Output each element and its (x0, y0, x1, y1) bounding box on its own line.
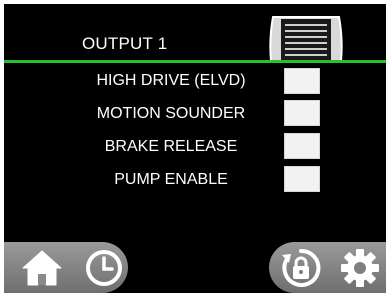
brake-release-checkbox[interactable] (284, 133, 320, 159)
header-divider (4, 60, 386, 63)
output-screen: OUTPUT 1 HIGH DRIVE (ELVD) MOTION SOUNDE… (4, 4, 386, 293)
high-drive-checkbox[interactable] (284, 68, 320, 94)
output-label-motion-sounder: MOTION SOUNDER (96, 105, 246, 122)
clock-button[interactable] (80, 242, 128, 293)
home-icon (22, 250, 62, 285)
output-label-high-drive: HIGH DRIVE (ELVD) (96, 72, 246, 89)
output-label-brake-release: BRAKE RELEASE (104, 138, 238, 155)
motion-sounder-checkbox[interactable] (284, 100, 320, 126)
rotate-lock-icon (282, 248, 321, 287)
output-graphic-icon (269, 16, 343, 61)
home-button[interactable] (4, 242, 80, 293)
rotate-lock-button[interactable] (269, 242, 333, 293)
page-title: OUTPUT 1 (82, 34, 168, 53)
settings-button[interactable] (333, 242, 386, 293)
gear-icon (340, 248, 379, 287)
output-label-pump-enable: PUMP ENABLE (114, 171, 228, 188)
clock-icon (86, 249, 122, 286)
pump-enable-checkbox[interactable] (284, 166, 320, 192)
